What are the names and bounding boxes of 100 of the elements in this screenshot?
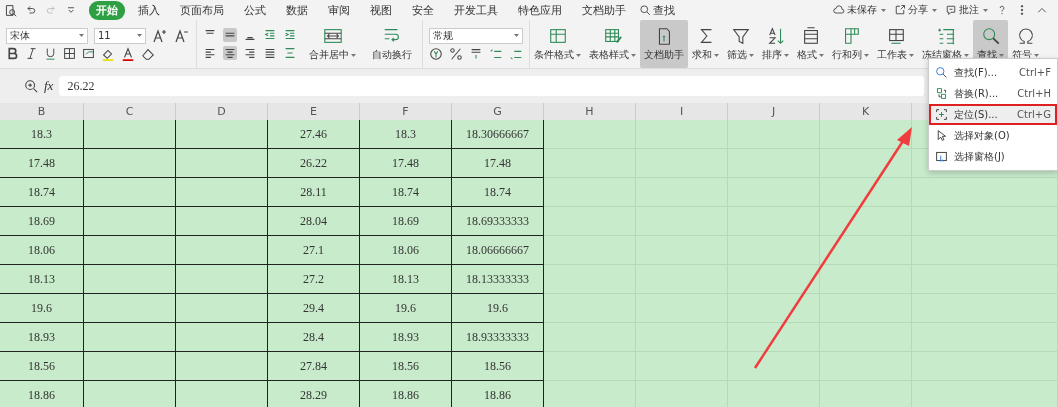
table-style-icon[interactable] (602, 26, 623, 46)
percent-icon[interactable] (449, 46, 463, 61)
table-cell: 18.86 (0, 381, 84, 407)
toolbar-action[interactable]: 分享 (894, 3, 937, 17)
table-cell: 18.93 (360, 323, 452, 352)
currency-icon[interactable] (429, 46, 443, 61)
ribbon-tab[interactable]: 开发工具 (447, 0, 505, 20)
table-cell: 29.4 (268, 294, 360, 323)
table-cell: 17.48 (0, 149, 84, 178)
justify-icon[interactable] (263, 46, 277, 60)
italic-icon[interactable] (25, 47, 38, 60)
menu-item[interactable]: 选择对象(O) (929, 125, 1057, 146)
column-header[interactable]: H (544, 103, 636, 120)
number-format-field[interactable]: 常规 (429, 27, 523, 44)
search-tab[interactable]: 查找 (639, 2, 675, 18)
font-name-field[interactable]: 宋体 (6, 27, 88, 44)
ribbon-tab[interactable]: 安全 (405, 0, 441, 20)
decrease-font-icon[interactable] (174, 27, 190, 44)
wrap-text-button[interactable]: 自动换行 (368, 26, 416, 62)
ribbon-button[interactable]: 表格样式 (585, 20, 640, 68)
dropdown-icon[interactable] (65, 4, 77, 16)
align-center-icon[interactable] (223, 46, 237, 60)
pane-icon[interactable] (935, 150, 948, 163)
merge-center-button[interactable]: 合并居中 (305, 26, 360, 62)
ribbon-tab[interactable]: 文档助手 (575, 0, 633, 20)
ribbon-tab[interactable]: 视图 (363, 0, 399, 20)
indent-increase-icon[interactable] (283, 28, 297, 42)
table-cell: 18.56 (0, 352, 84, 381)
merge-cells-icon[interactable] (322, 26, 343, 46)
menu-item[interactable]: 替换(R)... Ctrl+H (929, 83, 1057, 104)
table-cell: 28.4 (268, 323, 360, 352)
table-cell: 18.30666667 (452, 120, 544, 149)
font-size-field[interactable]: 11 (94, 27, 146, 44)
search-icon[interactable] (980, 26, 1001, 46)
cursor-icon[interactable] (935, 129, 948, 142)
formula-field[interactable]: 26.22 (59, 76, 924, 96)
menu-item[interactable]: 定位(S)... Ctrl+G (929, 104, 1057, 125)
undo-icon[interactable] (25, 4, 37, 16)
table-cell: 26.22 (268, 149, 360, 178)
cloud-icon[interactable] (833, 4, 845, 16)
column-header[interactable]: I (636, 103, 728, 120)
eraser-icon[interactable] (141, 46, 155, 61)
increase-font-icon[interactable] (152, 27, 168, 44)
function-label[interactable]: fx (44, 78, 54, 94)
table-cell: 18.74 (360, 178, 452, 207)
ribbon-button[interactable]: 文档助手 (640, 20, 688, 68)
table-cell: 18.06666667 (452, 236, 544, 265)
ribbon-tab[interactable]: 公式 (237, 0, 273, 20)
replace-icon[interactable] (935, 87, 948, 100)
toolbar-action[interactable]: 未保存 (833, 3, 886, 17)
font-color-icon[interactable] (121, 46, 135, 61)
crosshair-frame-icon[interactable] (935, 108, 948, 121)
table-cell: 18.56 (452, 352, 544, 381)
column-header[interactable]: F (360, 103, 452, 120)
table-cell: 27.2 (268, 265, 360, 294)
share-icon[interactable] (894, 4, 906, 16)
conditional-format-icon[interactable] (547, 26, 568, 46)
indent-decrease-icon[interactable] (263, 28, 277, 42)
menu-item[interactable]: 选择窗格(J) (929, 146, 1057, 167)
distribute-icon[interactable] (283, 46, 297, 60)
table-cell: 18.93333333 (452, 323, 544, 352)
table-cell: 19.6 (452, 294, 544, 323)
table-cell: 18.93 (0, 323, 84, 352)
bold-icon[interactable] (6, 47, 19, 60)
ribbon-button[interactable]: 工作表 (873, 20, 918, 68)
thousands-icon[interactable] (469, 46, 483, 61)
ribbon-button[interactable]: 求和 (688, 20, 723, 68)
print-preview-icon[interactable] (4, 3, 17, 17)
ribbon-button[interactable]: 筛选 (723, 20, 758, 68)
ribbon-button[interactable]: 条件格式 (530, 20, 585, 68)
table-cell: 18.13 (0, 265, 84, 294)
comment-icon[interactable] (945, 4, 957, 16)
ribbon-tab[interactable]: 数据 (279, 0, 315, 20)
ribbon-button[interactable]: 行和列 (828, 20, 873, 68)
search-icon[interactable] (639, 4, 651, 16)
ribbon-button[interactable]: 格式 (793, 20, 828, 68)
freeze-panes-icon[interactable] (935, 26, 956, 46)
search-icon[interactable] (935, 66, 948, 79)
column-header[interactable]: D (176, 103, 268, 120)
cell-style-icon[interactable] (82, 47, 95, 60)
filter-icon[interactable] (730, 26, 751, 46)
align-left-icon[interactable] (203, 46, 217, 60)
column-header[interactable]: J (728, 103, 820, 120)
column-header[interactable]: G (452, 103, 544, 120)
toolbar-action[interactable]: 批注 (945, 3, 988, 17)
sort-icon[interactable] (765, 26, 786, 46)
column-header[interactable]: B (0, 103, 84, 120)
ribbon-button[interactable]: 排序 (758, 20, 793, 68)
column-header[interactable]: E (268, 103, 360, 120)
ribbon-tab[interactable]: 页面布局 (173, 0, 231, 20)
align-right-icon[interactable] (243, 46, 257, 60)
ribbon-tab[interactable]: 审阅 (321, 0, 357, 20)
table-cell: 28.11 (268, 178, 360, 207)
ribbon-tab[interactable]: 插入 (131, 0, 167, 20)
underline-icon[interactable] (44, 47, 57, 60)
ribbon-tab[interactable]: 特色应用 (511, 0, 569, 20)
column-header[interactable]: K (820, 103, 912, 120)
borders-icon[interactable] (63, 47, 76, 60)
column-header[interactable]: C (84, 103, 176, 120)
zoom-icon[interactable] (24, 79, 38, 93)
